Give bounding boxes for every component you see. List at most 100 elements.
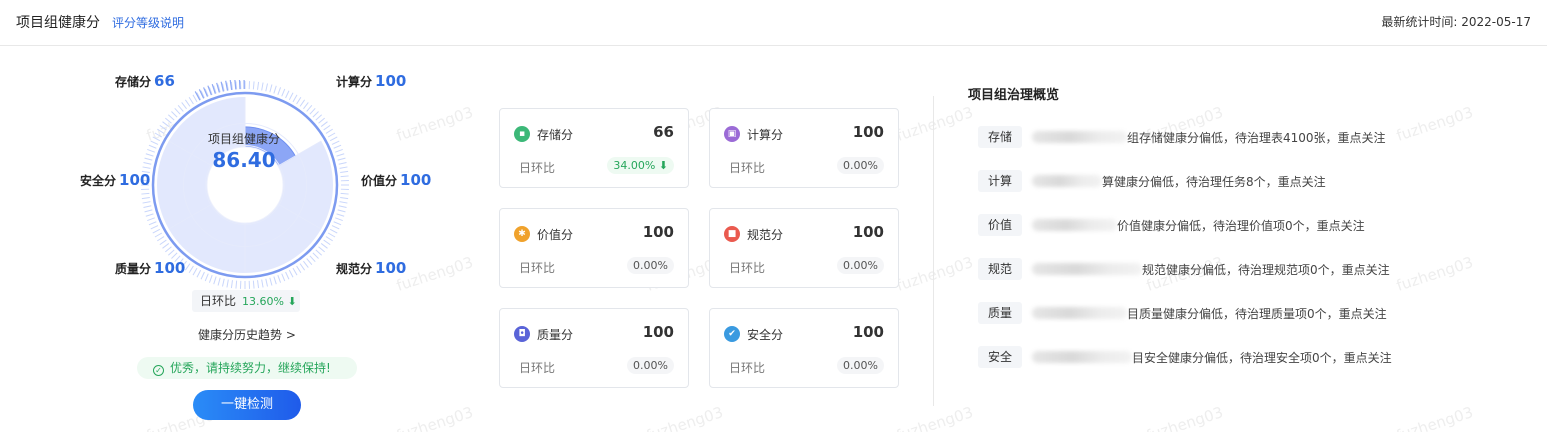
overview-row: 规范 规范健康分偏低，待治理规范项0个，重点关注 xyxy=(978,258,1398,282)
arrow-down-icon: ⬇ xyxy=(287,295,297,308)
radar-tick xyxy=(184,99,191,107)
overview-row: 存储 组存储健康分偏低，待治理表4100张，重点关注 xyxy=(978,126,1398,150)
radar-tick xyxy=(277,87,282,95)
radar-tick xyxy=(213,276,217,285)
radar-tick xyxy=(340,175,349,178)
radar-tick xyxy=(303,102,309,110)
radar-tick xyxy=(142,166,151,169)
radar-tick xyxy=(327,132,336,138)
overview-row: 质量 目质量健康分偏低，待治理质量项0个，重点关注 xyxy=(978,302,1398,326)
radar-tick xyxy=(150,140,159,145)
overview-row: 计算 算健康分偏低，待治理任务8个，重点关注 xyxy=(978,170,1398,194)
card-dod-label: 日环比 xyxy=(729,361,766,375)
radar-tick xyxy=(339,201,348,204)
card-score: 100 xyxy=(852,223,884,241)
radar-tick xyxy=(331,140,340,145)
card-dod-value: 0.00% xyxy=(837,357,884,374)
radar-tick xyxy=(204,273,209,282)
radar-tick xyxy=(337,209,346,213)
radar-tick xyxy=(331,225,340,230)
overview-text: 算健康分偏低，待治理任务8个，重点关注 xyxy=(1102,175,1326,189)
score-card[interactable]: ✱ 价值分 100 日环比 0.00% xyxy=(499,208,689,288)
radar-tick xyxy=(144,157,153,161)
page-title: 项目组健康分 xyxy=(16,15,100,31)
radar-tick xyxy=(325,128,333,134)
check-circle-icon: ✓ xyxy=(153,365,164,376)
axis-label-compute: 计算分 100 xyxy=(336,72,407,90)
overview-text: 目安全健康分偏低，待治理安全项0个，重点关注 xyxy=(1132,351,1392,365)
radar-tick xyxy=(188,97,194,105)
watermark-text: fuzheng03 xyxy=(1144,403,1226,432)
radar-tick xyxy=(235,280,238,289)
radar-tick xyxy=(257,81,260,90)
radar-tick xyxy=(143,162,152,165)
radar-tick xyxy=(273,85,277,94)
radar-tick xyxy=(329,136,338,142)
radar-tick xyxy=(285,90,290,99)
arrow-down-icon: ⬇ xyxy=(658,159,668,172)
radar-tick-highlight xyxy=(194,91,201,101)
radar-tick xyxy=(143,205,152,208)
overview-row: 安全 目安全健康分偏低，待治理安全项0个，重点关注 xyxy=(978,346,1398,370)
radar-tick xyxy=(152,228,161,234)
radar-tick xyxy=(226,279,229,288)
card-name: 安全分 xyxy=(747,328,784,342)
radar-tick xyxy=(157,236,165,242)
radar-tick xyxy=(296,265,302,273)
history-trend-link[interactable]: 健康分历史趋势 > xyxy=(198,326,296,343)
radar-tick xyxy=(323,124,331,131)
radar-tick xyxy=(288,269,294,278)
card-score: 100 xyxy=(642,323,674,341)
watermark-text: fuzheng03 xyxy=(1394,103,1476,145)
radar-tick xyxy=(318,117,325,124)
security-icon: ✔ xyxy=(724,326,740,342)
radar-tick xyxy=(335,148,343,153)
one-click-check-button[interactable]: 一键检测 xyxy=(193,390,301,420)
card-dod-value: 34.00% ⬇ xyxy=(607,157,674,174)
radar-tick xyxy=(157,128,165,134)
compute-icon: ▣ xyxy=(724,126,740,142)
radar-tick xyxy=(320,243,328,249)
radar-tick-highlight xyxy=(229,80,233,91)
center-score-value: 86.40 xyxy=(212,148,276,172)
score-card[interactable]: ▣ 计算分 100 日环比 0.00% xyxy=(709,108,899,188)
card-name: 质量分 xyxy=(537,328,574,342)
value-icon: ✱ xyxy=(514,226,530,242)
redacted-text xyxy=(1032,219,1117,231)
card-name: 规范分 xyxy=(747,228,784,242)
rating-rules-link[interactable]: 评分等级说明 xyxy=(112,14,184,31)
score-card[interactable]: ▪ 存储分 66 日环比 34.00% ⬇ xyxy=(499,108,689,188)
radar-tick xyxy=(192,94,198,103)
overview-text: 价值健康分偏低，待治理价值项0个，重点关注 xyxy=(1117,219,1365,233)
overview-tag: 规范 xyxy=(978,258,1022,280)
radar-tick xyxy=(148,221,157,226)
radar-tick xyxy=(144,209,153,213)
radar-tick xyxy=(147,148,155,153)
score-card[interactable]: ■ 规范分 100 日环比 0.00% xyxy=(709,208,899,288)
radar-tick xyxy=(309,255,316,263)
score-card[interactable]: ◘ 质量分 100 日环比 0.00% xyxy=(499,308,689,388)
radar-tick xyxy=(171,252,178,259)
watermark-text: fuzheng03 xyxy=(1394,253,1476,295)
axis-label-security: 安全分 100 xyxy=(80,171,151,189)
card-dod-label: 日环比 xyxy=(729,161,766,175)
radar-tick xyxy=(339,166,348,169)
radar-tick xyxy=(145,213,154,217)
watermark-text: fuzheng03 xyxy=(644,403,726,432)
watermark-text: fuzheng03 xyxy=(894,253,976,295)
radar-tick xyxy=(269,277,273,286)
radar-tick xyxy=(296,97,302,105)
score-card[interactable]: ✔ 安全分 100 日环比 0.00% xyxy=(709,308,899,388)
radar-tick xyxy=(159,124,167,131)
card-score: 66 xyxy=(653,123,674,141)
radar-tick xyxy=(217,277,221,286)
redacted-text xyxy=(1032,307,1127,319)
stat-time: 最新统计时间: 2022-05-17 xyxy=(1381,15,1531,29)
radar-tick xyxy=(257,280,260,289)
health-radar-panel: 存储分 66 计算分 100 价值分 100 规范分 100 质量分 100 安全分 100… xyxy=(60,60,460,430)
radar-tick xyxy=(147,217,155,222)
quality-icon: ◘ xyxy=(514,326,530,342)
card-dod-value: 0.00% xyxy=(627,257,674,274)
radar-tick xyxy=(261,82,264,91)
radar-tick xyxy=(281,88,286,97)
